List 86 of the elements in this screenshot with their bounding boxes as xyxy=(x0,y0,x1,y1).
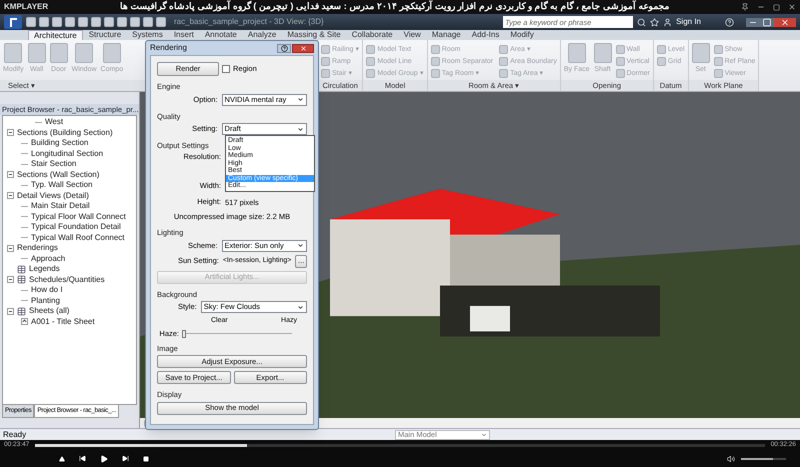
tree-item[interactable]: Stair Section xyxy=(31,158,76,170)
close-icon[interactable] xyxy=(774,18,796,26)
dialog-title: Rendering xyxy=(150,42,187,54)
app-logo-icon[interactable] xyxy=(4,15,22,29)
pin-icon[interactable] xyxy=(741,3,749,11)
close-icon xyxy=(300,44,306,52)
ribbon-tab[interactable]: Massing & Site xyxy=(282,30,346,40)
tool-icon xyxy=(28,43,46,63)
user-icon xyxy=(663,18,672,26)
sign-in-button[interactable]: Sign In xyxy=(676,16,701,28)
expander-icon[interactable] xyxy=(7,308,14,315)
next-icon[interactable] xyxy=(122,455,129,462)
ribbon-tab[interactable]: Add-Ins xyxy=(466,30,504,40)
tree-item[interactable]: A001 - Title Sheet xyxy=(31,316,95,328)
caret-icon xyxy=(481,432,487,438)
tool-icon xyxy=(594,43,612,63)
tree-item[interactable]: How do I xyxy=(31,284,63,296)
volume-icon[interactable] xyxy=(727,454,735,462)
tool-icon xyxy=(4,43,22,63)
maximize-icon[interactable] xyxy=(760,18,774,26)
expander-icon[interactable] xyxy=(7,276,14,284)
tree-item[interactable]: Legends xyxy=(29,263,60,276)
table-icon xyxy=(17,275,26,284)
tree-item[interactable]: Typ. Wall Section xyxy=(31,179,93,192)
tree-item[interactable]: Sheets (all) xyxy=(29,305,70,318)
tree-item[interactable]: Planting xyxy=(31,294,60,307)
tree-item[interactable]: Detail Views (Detail) xyxy=(17,190,89,202)
ribbon-tab[interactable]: Analyze xyxy=(242,30,282,40)
minimize-icon[interactable] xyxy=(746,18,760,26)
tree-item[interactable]: Typical Floor Wall Connect xyxy=(31,210,126,223)
ribbon-tab[interactable]: View xyxy=(398,30,426,40)
expander-icon[interactable] xyxy=(7,171,14,178)
tool-icon xyxy=(102,43,121,63)
player-logo: KMPLAYER xyxy=(4,1,48,13)
haze-slider[interactable] xyxy=(182,330,292,338)
tree-item[interactable]: Schedules/Quantities xyxy=(29,274,105,286)
tree-item[interactable]: Typical Foundation Detail xyxy=(31,221,121,234)
ribbon-tab[interactable]: Annotate xyxy=(200,30,242,40)
close-icon[interactable] xyxy=(788,3,796,11)
tree-item[interactable]: Building Section xyxy=(31,137,88,150)
tree-item[interactable]: Longitudinal Section xyxy=(31,148,104,160)
slider-thumb[interactable] xyxy=(182,330,186,338)
tree-item[interactable]: Typical Wall Roof Connect xyxy=(31,232,125,244)
caret-icon xyxy=(297,242,304,249)
tree-item[interactable]: Sections (Building Section) xyxy=(17,126,113,139)
ribbon-tab[interactable]: Structure xyxy=(84,30,126,40)
ribbon-tab[interactable]: Architecture xyxy=(28,30,83,40)
ribbon-tab[interactable]: Manage xyxy=(426,30,466,40)
table-icon xyxy=(17,306,26,316)
tree-item[interactable]: Sections (Wall Section) xyxy=(17,168,100,181)
caret-icon xyxy=(297,126,304,132)
eject-icon[interactable] xyxy=(59,456,65,462)
help-button[interactable] xyxy=(277,44,291,52)
tree-item[interactable]: West xyxy=(45,116,64,128)
caret-icon xyxy=(297,96,304,103)
stop-icon[interactable] xyxy=(143,456,149,462)
seek-bar[interactable] xyxy=(35,444,765,446)
tree-item[interactable]: Main Stair Detail xyxy=(31,200,90,212)
ribbon-tab[interactable]: Systems xyxy=(127,30,168,40)
play-icon[interactable] xyxy=(100,454,108,462)
maximize-icon[interactable] xyxy=(773,4,780,10)
previous-icon[interactable] xyxy=(79,455,86,462)
tool-icon xyxy=(692,43,710,63)
ribbon-tab[interactable]: Modify xyxy=(505,30,539,40)
expander-icon[interactable] xyxy=(7,129,14,136)
region-checkbox[interactable] xyxy=(222,65,230,73)
expander-icon[interactable] xyxy=(21,318,28,326)
help-icon xyxy=(280,44,288,52)
tool-icon xyxy=(50,43,68,63)
tree-item[interactable]: Renderings xyxy=(17,242,58,254)
help-icon[interactable] xyxy=(725,18,734,26)
tool-icon xyxy=(568,43,586,63)
tree-item[interactable]: Approach xyxy=(31,252,66,265)
table-icon xyxy=(17,264,26,274)
close-button[interactable] xyxy=(292,44,314,52)
status-text: Ready xyxy=(2,428,28,440)
star-icon[interactable] xyxy=(650,18,660,26)
ribbon-tab[interactable]: Insert xyxy=(168,30,199,40)
search-icon[interactable] xyxy=(637,18,646,26)
expander-icon[interactable] xyxy=(7,192,14,200)
document-title: rac_basic_sample_project - 3D View: {3D} xyxy=(174,16,325,28)
ribbon-tab[interactable]: Collaborate xyxy=(346,30,398,40)
video-title: مجموعه آموزشی جامع ، گام به گام و کاربردی نرم افزار رویت آرکیتکچر ۲۰۱۴ مدرس : سعید فدایی ( تیچرمن ) گروه آموزشی پادشاه گرافیست ها xyxy=(118,0,670,14)
caret-icon xyxy=(297,304,304,310)
expander-icon[interactable] xyxy=(7,244,14,252)
tool-icon xyxy=(75,43,94,63)
